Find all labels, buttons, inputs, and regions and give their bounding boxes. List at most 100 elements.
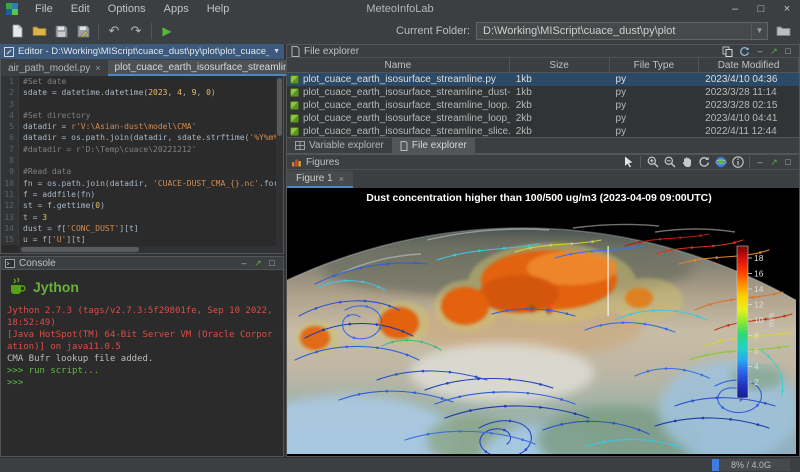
line-number: 5 [1, 121, 19, 132]
code-line[interactable]: 14dust = f['CONC_DUST'][t] [1, 223, 283, 234]
file-row[interactable]: plot_cuace_earth_isosurface_streamline_l… [287, 99, 799, 112]
file-row[interactable]: plot_cuace_earth_isosurface_streamline_d… [287, 86, 799, 99]
refresh-button[interactable] [736, 44, 753, 58]
close-tab-icon[interactable]: × [339, 174, 344, 184]
menu-file[interactable]: File [26, 3, 62, 15]
globe-view-button[interactable] [712, 155, 729, 169]
menu-edit[interactable]: Edit [62, 3, 99, 15]
memory-usage-text: 8% / 4.0G [731, 460, 771, 470]
svg-text:8: 8 [754, 331, 759, 341]
minimize-panel-icon[interactable]: – [237, 257, 251, 270]
chevron-down-icon[interactable]: ▼ [273, 48, 280, 55]
console-output[interactable]: Jython Jython 2.7.3 (tags/v2.7.3:5f29801… [0, 270, 284, 457]
maximize-panel-icon[interactable]: □ [781, 156, 795, 169]
column-header-date-modified[interactable]: Date Modified [699, 58, 799, 72]
line-number: 15 [1, 234, 19, 245]
figure-canvas[interactable]: 18161412108642 m/s Dust concentration hi… [286, 188, 800, 457]
code-line[interactable]: 10fn = os.path.join(datadir, 'CUACE-DUST… [1, 178, 283, 189]
maximize-panel-icon[interactable]: □ [265, 257, 279, 270]
select-tool-button[interactable] [620, 155, 637, 169]
save-button[interactable] [50, 21, 72, 41]
redo-button[interactable]: ↷ [125, 21, 147, 41]
file-row[interactable]: plot_cuace_earth_isosurface_streamline_s… [287, 125, 799, 138]
code-editor[interactable]: 1#Set date2sdate = datetime.datetime(202… [0, 76, 284, 254]
save-as-icon [77, 25, 90, 38]
float-panel-icon[interactable]: ↗ [767, 156, 781, 169]
minimize-panel-icon[interactable]: – [753, 156, 767, 169]
minimize-panel-icon[interactable]: – [753, 45, 767, 58]
tab-variable-explorer[interactable]: Variable explorer [287, 138, 392, 153]
code-line[interactable]: 3 [1, 99, 283, 110]
browse-folder-button[interactable] [772, 22, 794, 40]
column-header-size[interactable]: Size [510, 58, 610, 72]
figure-title: Dust concentration higher than 100/500 u… [366, 192, 711, 204]
zoom-in-icon [647, 156, 659, 168]
code-line[interactable]: 13t = 3 [1, 212, 283, 223]
run-script-button[interactable]: ▶ [156, 21, 178, 41]
open-file-button[interactable] [28, 21, 50, 41]
code-line[interactable]: 11f = addfile(fn) [1, 189, 283, 200]
new-file-button[interactable] [6, 21, 28, 41]
figures-icon [291, 157, 302, 167]
code-line[interactable]: 15u = f['U'][t] [1, 234, 283, 245]
tab-air-path-model[interactable]: air_path_model.py × [1, 60, 108, 76]
float-panel-icon[interactable]: ↗ [251, 257, 265, 270]
file-row[interactable]: plot_cuace_earth_isosurface_streamline_l… [287, 112, 799, 125]
console-panel: Console – ↗ □ J [0, 256, 284, 457]
close-tab-icon[interactable]: × [95, 63, 100, 73]
console-title-bar: Console – ↗ □ [0, 256, 284, 270]
float-panel-icon[interactable]: ↗ [767, 45, 781, 58]
svg-text:12: 12 [754, 300, 764, 310]
rotate-icon [698, 156, 710, 168]
window-close-icon[interactable]: × [774, 0, 800, 18]
zoom-out-button[interactable] [661, 155, 678, 169]
code-line[interactable]: 5datadir = r'V:\Asian-dust\model\CMA' [1, 121, 283, 132]
variable-explorer-icon [295, 141, 305, 150]
line-number: 7 [1, 144, 19, 155]
code-line[interactable]: 4#Set directory [1, 110, 283, 121]
chevron-down-icon[interactable]: ▼ [751, 23, 767, 39]
current-folder-combo[interactable]: D:\Working\MIScript\cuace_dust\py\plot ▼ [476, 22, 768, 40]
zoom-in-button[interactable] [644, 155, 661, 169]
memory-usage-indicator[interactable]: 8% / 4.0G [712, 459, 790, 471]
undo-button[interactable]: ↶ [103, 21, 125, 41]
column-header-file-type[interactable]: File Type [610, 58, 700, 72]
menu-options[interactable]: Options [99, 3, 155, 15]
code-line[interactable]: 1#Set date [1, 76, 283, 87]
save-as-button[interactable] [72, 21, 94, 41]
tab-figure-1[interactable]: Figure 1 × [287, 171, 353, 188]
python-file-icon [290, 75, 299, 84]
editor-icon [4, 47, 14, 57]
line-number: 10 [1, 178, 19, 189]
window-maximize-icon[interactable]: □ [748, 0, 774, 18]
console-lines: Jython 2.7.3 (tags/v2.7.3:5f29801fe, Sep… [7, 305, 277, 389]
rotate-tool-button[interactable] [695, 155, 712, 169]
info-button[interactable] [729, 155, 746, 169]
meteoinfolab-window: MeteoInfoLab File Edit Options Apps Help… [0, 0, 800, 472]
editor-title-bar[interactable]: Editor - D:\Working\MIScript\cuace_dust\… [0, 44, 284, 59]
tab-file-explorer[interactable]: File explorer [392, 138, 475, 153]
cursor-arrow-icon [624, 156, 634, 168]
globe-3d-plot: 18161412108642 m/s Dust concentration hi… [287, 188, 796, 454]
code-line[interactable]: 12st = f.gettime(0) [1, 200, 283, 211]
code-line[interactable]: 2sdate = datetime.datetime(2023, 4, 9, 0… [1, 87, 283, 98]
editor-horizontal-scrollbar[interactable] [19, 246, 276, 253]
jython-logo-text: Jython [33, 281, 79, 293]
code-line[interactable]: 8 [1, 155, 283, 166]
code-line[interactable]: 6datadir = os.path.join(datadir, sdate.s… [1, 132, 283, 143]
file-row[interactable]: plot_cuace_earth_isosurface_streamline.p… [287, 73, 799, 86]
column-header-name[interactable]: Name [287, 58, 510, 72]
left-column: Editor - D:\Working\MIScript\cuace_dust\… [0, 44, 286, 457]
window-minimize-icon[interactable]: – [722, 0, 748, 18]
menu-help[interactable]: Help [198, 3, 239, 15]
menu-apps[interactable]: Apps [155, 3, 198, 15]
copy-path-button[interactable] [719, 44, 736, 58]
pan-tool-button[interactable] [678, 155, 695, 169]
maximize-panel-icon[interactable]: □ [781, 45, 795, 58]
code-line[interactable]: 7#datadir = r'D:\Temp\cuace\20221212' [1, 144, 283, 155]
tab-label: air_path_model.py [8, 63, 90, 74]
code-line[interactable]: 9#Read data [1, 166, 283, 177]
editor-vertical-scrollbar[interactable] [276, 76, 283, 253]
info-icon [732, 156, 744, 168]
svg-text:2: 2 [754, 377, 759, 387]
